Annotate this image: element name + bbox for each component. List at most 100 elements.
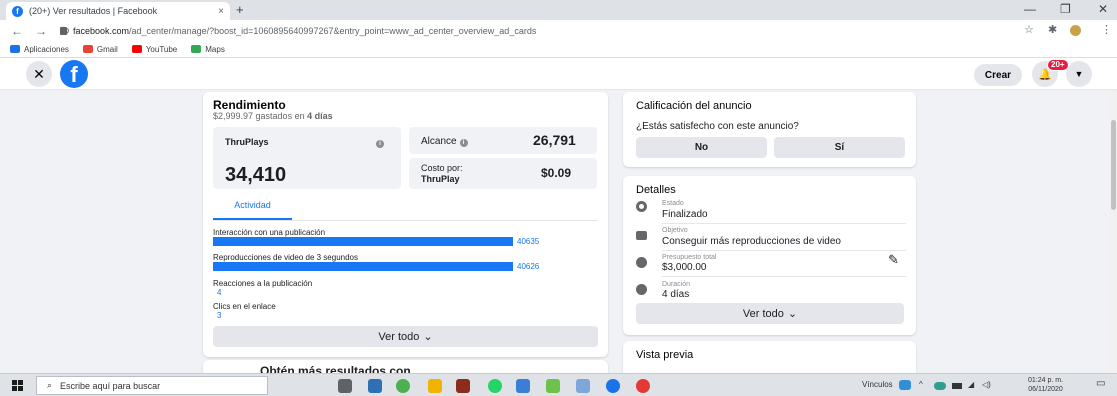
- url-host: facebook.com: [73, 25, 130, 36]
- cost-label-line2: ThruPlay: [421, 174, 460, 184]
- preview-title: Vista previa: [636, 349, 694, 361]
- maps-icon: [191, 45, 202, 53]
- budget-dollar-icon: [636, 257, 647, 268]
- tab-divider: [213, 220, 598, 221]
- notification-badge: 20+: [1047, 59, 1069, 71]
- clock[interactable]: 01:24 p. m. 06/11/2020: [1028, 376, 1063, 394]
- activity-label-interaction: Interacción con una publicación: [213, 228, 326, 237]
- address-bar[interactable]: facebook.com/ad_center/manage/?boost_id=…: [60, 22, 980, 39]
- search-icon: ⌕: [47, 380, 53, 390]
- spent-summary: $2,999.97 gastados en 4 días: [213, 111, 333, 121]
- facebook-logo-icon[interactable]: f: [60, 60, 88, 88]
- chrome-active-icon[interactable]: [636, 379, 650, 393]
- bookmark-maps[interactable]: Maps: [191, 45, 225, 54]
- clock-time: 01:24 p. m.: [1028, 377, 1064, 384]
- edit-pencil-icon[interactable]: ✎: [888, 252, 899, 268]
- task-view-icon[interactable]: [338, 379, 352, 393]
- tab-title: (20+) Ver resultados | Facebook: [29, 6, 158, 16]
- account-menu-chevron-icon[interactable]: ▼: [1066, 61, 1092, 87]
- see-all-activity-button[interactable]: Ver todo ⌄: [213, 326, 598, 347]
- photos-icon[interactable]: [576, 379, 590, 393]
- rating-title: Calificación del anuncio: [636, 100, 752, 112]
- bookmark-label: YouTube: [145, 44, 178, 54]
- gmail-icon: [82, 45, 93, 53]
- new-tab-button[interactable]: +: [236, 2, 244, 17]
- status-value: Finalizado: [662, 209, 708, 220]
- info-icon[interactable]: i: [459, 139, 468, 147]
- taskbar-search-input[interactable]: ⌕ Escribe aquí para buscar: [36, 376, 268, 395]
- scrollbar-thumb[interactable]: [1111, 120, 1116, 210]
- tab-activity[interactable]: Actividad: [213, 192, 292, 220]
- browser-menu-icon[interactable]: ⋮: [1101, 23, 1112, 36]
- whatsapp-icon[interactable]: [488, 379, 502, 393]
- bookmark-label: Aplicaciones: [24, 44, 69, 54]
- app-icon[interactable]: [516, 379, 530, 393]
- performance-title: Rendimiento: [213, 98, 286, 112]
- app-icon[interactable]: [546, 379, 560, 393]
- bookmark-gmail[interactable]: Gmail: [82, 44, 118, 54]
- budget-value: $3,000.00: [662, 262, 707, 273]
- objective-label: Objetivo: [662, 227, 688, 234]
- windows-start-icon[interactable]: [12, 380, 23, 391]
- app-icon[interactable]: [606, 379, 620, 393]
- duration-clock-icon: [636, 284, 647, 295]
- apps-grid-icon: [10, 45, 20, 53]
- video-objective-icon: [636, 231, 647, 240]
- window-close-icon[interactable]: ✕: [1098, 2, 1108, 16]
- next-section-title: Obtén más resultados con...: [260, 364, 421, 373]
- details-divider: [662, 223, 906, 224]
- spent-days: 4 días: [307, 111, 333, 121]
- chrome-icon[interactable]: [396, 379, 410, 393]
- illustrator-icon[interactable]: [456, 379, 470, 393]
- bookmark-star-icon[interactable]: ☆: [1024, 23, 1034, 36]
- search-placeholder: Escribe aquí para buscar: [60, 380, 161, 391]
- activity-value-video-views: 40626: [517, 262, 540, 271]
- activity-label-reactions: Reacciones a la publicación: [213, 279, 313, 288]
- chevron-up-icon[interactable]: ^: [919, 380, 923, 389]
- cost-value: $0.09: [541, 166, 572, 180]
- page-scrollbar[interactable]: [1110, 90, 1117, 373]
- facebook-header: ✕ f Crear 🔔 20+ ▼: [0, 58, 1117, 90]
- minimize-icon[interactable]: —: [1024, 2, 1036, 16]
- activity-bar-video-views: [213, 262, 513, 271]
- tab-close-icon[interactable]: ×: [218, 6, 224, 17]
- close-icon[interactable]: ✕: [26, 61, 52, 87]
- thruplays-label: ThruPlays: [225, 137, 269, 147]
- network-icon[interactable]: ◢: [968, 380, 974, 389]
- create-button[interactable]: Crear: [974, 64, 1022, 86]
- info-icon[interactable]: i: [376, 140, 384, 148]
- bookmark-youtube[interactable]: YouTube: [131, 44, 178, 54]
- file-explorer-icon[interactable]: [428, 379, 442, 393]
- chevron-down-icon: ⌄: [787, 308, 798, 320]
- browser-tab[interactable]: f (20+) Ver resultados | Facebook ×: [6, 2, 230, 20]
- profile-avatar-icon[interactable]: [1070, 25, 1081, 36]
- links-toolbar-label[interactable]: Vínculos: [862, 380, 893, 389]
- activity-value-link-clicks: 3: [217, 311, 222, 320]
- forward-arrow-icon[interactable]: →: [34, 24, 48, 38]
- tray-app-icon[interactable]: [934, 382, 946, 390]
- status-radio-icon: [636, 201, 647, 212]
- reach-value: 26,791: [533, 132, 576, 148]
- activity-value-reactions: 4: [217, 288, 222, 297]
- browser-toolbar: ← → ↻ facebook.com/ad_center/manage/?boo…: [0, 20, 1117, 41]
- rating-question: ¿Estás satisfecho con este anuncio?: [636, 121, 799, 132]
- see-all-details-button[interactable]: Ver todo ⌄: [636, 303, 904, 324]
- volume-icon[interactable]: ◁): [982, 380, 991, 389]
- rating-yes-button[interactable]: Sí: [774, 137, 905, 158]
- bookmark-apps[interactable]: Aplicaciones: [10, 45, 69, 54]
- app-icon[interactable]: [368, 379, 382, 393]
- bookmarks-bar: Aplicaciones Gmail YouTube Maps: [0, 41, 1117, 58]
- battery-icon[interactable]: [952, 383, 962, 389]
- chevron-down-icon: ⌄: [423, 331, 433, 343]
- rating-no-button[interactable]: No: [636, 137, 767, 158]
- windows-taskbar: ⌕ Escribe aquí para buscar Vínculos ^ ◢ …: [0, 373, 1117, 396]
- people-icon[interactable]: [899, 380, 911, 390]
- bookmark-label: Gmail: [96, 44, 118, 54]
- details-title: Detalles: [636, 184, 676, 196]
- notifications-center-icon[interactable]: ▭: [1096, 378, 1105, 389]
- maximize-icon[interactable]: ❐: [1060, 2, 1071, 16]
- extensions-puzzle-icon[interactable]: ✱: [1048, 23, 1057, 36]
- see-all-label: Ver todo: [378, 330, 420, 343]
- back-arrow-icon[interactable]: ←: [10, 24, 24, 38]
- see-all-label: Ver todo: [742, 307, 784, 320]
